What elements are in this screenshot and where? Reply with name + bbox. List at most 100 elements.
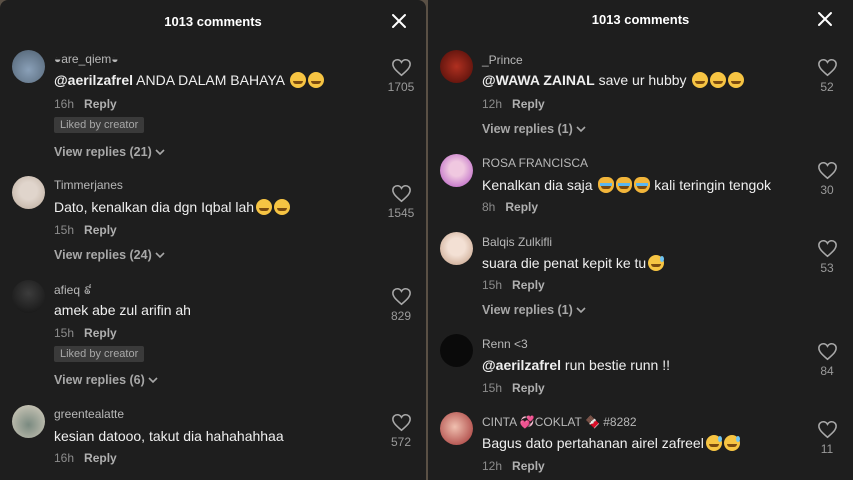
like-count: 84 xyxy=(820,364,834,378)
comment-text: Kenalkan dia saja kali teringin tengok xyxy=(482,177,772,193)
avatar[interactable] xyxy=(12,405,45,438)
reply-button[interactable]: Reply xyxy=(84,223,117,237)
comment-meta: 16h Reply xyxy=(54,97,117,111)
avatar[interactable] xyxy=(440,232,473,265)
like-control[interactable]: 1705 xyxy=(381,58,421,94)
view-replies-button[interactable]: View replies (6) xyxy=(54,373,158,387)
like-count: 829 xyxy=(390,309,412,323)
comment-meta: 12h Reply xyxy=(482,459,545,473)
comment-username[interactable]: Renn <3 xyxy=(482,337,528,351)
view-replies-button[interactable]: View replies (1) xyxy=(482,303,586,317)
comment-username[interactable]: Balqis Zulkifli xyxy=(482,235,552,249)
heart-outline-icon[interactable] xyxy=(391,287,412,306)
crying-cat-emoji-icon xyxy=(598,177,615,193)
comments-panel-right: 1013 comments _Prince @WAWA ZAINAL save … xyxy=(428,0,853,480)
sweat-smile-emoji-icon xyxy=(648,255,665,271)
like-count: 1705 xyxy=(387,80,415,94)
like-control[interactable]: 30 xyxy=(807,161,847,197)
heart-outline-icon[interactable] xyxy=(817,342,838,361)
crying-cat-emoji-icon xyxy=(616,177,633,193)
reply-button[interactable]: Reply xyxy=(512,459,545,473)
heart-outline-icon[interactable] xyxy=(391,413,412,432)
avatar[interactable] xyxy=(440,50,473,83)
comment-time: 15h xyxy=(54,326,75,340)
rofl-emoji-icon xyxy=(728,72,745,88)
like-control[interactable]: 572 xyxy=(381,413,421,449)
chevron-down-icon xyxy=(576,307,586,314)
like-count: 1545 xyxy=(387,206,415,220)
comment-time: 12h xyxy=(482,459,503,473)
sweat-smile-emoji-icon xyxy=(705,435,722,451)
like-count: 11 xyxy=(820,442,834,456)
comment-text: @aerilzafrel run bestie runn !! xyxy=(482,357,670,373)
comment-username[interactable]: greentealatte xyxy=(54,407,124,421)
view-replies-button[interactable]: View replies (24) xyxy=(54,248,165,262)
comment-text: @WAWA ZAINAL save ur hubby xyxy=(482,72,745,88)
mention-link[interactable]: @WAWA ZAINAL xyxy=(482,72,595,88)
heart-outline-icon[interactable] xyxy=(391,184,412,203)
like-control[interactable]: 52 xyxy=(807,58,847,94)
comment-meta: 15h Reply xyxy=(54,326,117,340)
comment-username[interactable]: Timmerjanes xyxy=(54,178,123,192)
view-replies-button[interactable]: View replies (21) xyxy=(54,145,165,159)
reply-button[interactable]: Reply xyxy=(84,451,117,465)
comment-text: amek abe zul arifin ah xyxy=(54,302,191,318)
view-replies-button[interactable]: View replies (1) xyxy=(482,122,586,136)
rofl-emoji-icon xyxy=(308,72,325,88)
reply-button[interactable]: Reply xyxy=(512,278,545,292)
rofl-emoji-icon xyxy=(274,199,291,215)
comment-username[interactable]: afieq ៩ xyxy=(54,282,92,300)
crying-cat-emoji-icon xyxy=(634,177,651,193)
comments-panel-left: 1013 comments ◒are_qiem◒ @aerilzafrel AN… xyxy=(0,0,426,480)
comment-text: Bagus dato pertahanan airel zafreel xyxy=(482,435,740,451)
comment-time: 16h xyxy=(54,451,75,465)
comment-meta: 15h Reply xyxy=(54,223,117,237)
close-icon[interactable] xyxy=(390,12,408,30)
avatar[interactable] xyxy=(12,280,45,313)
avatar[interactable] xyxy=(12,176,45,209)
like-count: 52 xyxy=(820,80,834,94)
comment-text: kesian datooo, takut dia hahahahhaa xyxy=(54,428,284,444)
comment-time: 15h xyxy=(54,223,75,237)
like-control[interactable]: 53 xyxy=(807,239,847,275)
chevron-down-icon xyxy=(576,126,586,133)
avatar[interactable] xyxy=(440,154,473,187)
like-count: 30 xyxy=(820,183,834,197)
like-control[interactable]: 1545 xyxy=(381,184,421,220)
comment-time: 15h xyxy=(482,381,503,395)
like-control[interactable]: 84 xyxy=(807,342,847,378)
like-control[interactable]: 11 xyxy=(807,420,847,456)
comments-count-title: 1013 comments xyxy=(591,12,690,27)
comment-text: @aerilzafrel ANDA DALAM BAHAYA xyxy=(54,72,325,88)
comment-username[interactable]: ◒are_qiem◒ xyxy=(54,52,119,66)
like-count: 53 xyxy=(820,261,834,275)
mention-link[interactable]: @aerilzafrel xyxy=(482,357,561,373)
reply-button[interactable]: Reply xyxy=(84,97,117,111)
comment-username[interactable]: ROSA FRANCISCA xyxy=(482,156,588,170)
rofl-emoji-icon xyxy=(256,199,273,215)
comment-time: 16h xyxy=(54,97,75,111)
heart-outline-icon[interactable] xyxy=(817,161,838,180)
like-control[interactable]: 829 xyxy=(381,287,421,323)
comment-username[interactable]: _Prince xyxy=(482,53,523,67)
heart-outline-icon[interactable] xyxy=(817,58,838,77)
comment-text: Dato, kenalkan dia dgn Iqbal lah xyxy=(54,199,291,215)
heart-outline-icon[interactable] xyxy=(391,58,412,77)
avatar[interactable] xyxy=(440,412,473,445)
mention-link[interactable]: @aerilzafrel xyxy=(54,72,133,88)
comment-time: 15h xyxy=(482,278,503,292)
reply-button[interactable]: Reply xyxy=(512,381,545,395)
avatar[interactable] xyxy=(12,50,45,83)
sweat-smile-emoji-icon xyxy=(723,435,740,451)
close-icon[interactable] xyxy=(816,10,834,28)
comment-meta: 12h Reply xyxy=(482,97,545,111)
avatar[interactable] xyxy=(440,334,473,367)
reply-button[interactable]: Reply xyxy=(505,200,538,214)
reply-button[interactable]: Reply xyxy=(84,326,117,340)
liked-by-creator-badge: Liked by creator xyxy=(54,346,145,362)
heart-outline-icon[interactable] xyxy=(817,420,838,439)
comment-username[interactable]: CINTA 💞COKLAT 🍫 #8282 xyxy=(482,415,637,429)
heart-outline-icon[interactable] xyxy=(817,239,838,258)
reply-button[interactable]: Reply xyxy=(512,97,545,111)
comment-meta: 15h Reply xyxy=(482,381,545,395)
